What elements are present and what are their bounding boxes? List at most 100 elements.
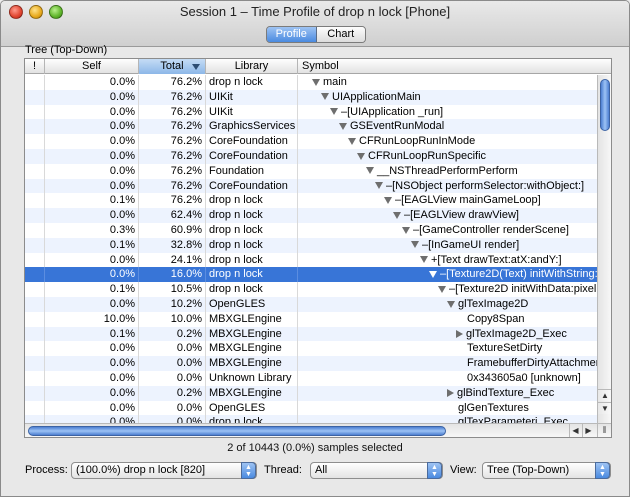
table-row[interactable]: 0.1% 10.5% drop n lock –[Texture2D initWith… [25,282,597,297]
table-row[interactable]: 0.1% 76.2% drop n lock –[EAGLView mainGameL… [25,193,597,209]
disclosure-right-icon[interactable] [456,329,463,338]
table-row[interactable]: 0.0% 16.0% drop n lock –[Texture2D(Text) in… [25,267,597,283]
disclosure-down-icon[interactable] [339,122,347,130]
cell-symbol: 0x343605a0 [unknown] [298,371,597,386]
table-row[interactable]: 0.0% 0.0% MBXGLEngine TextureSetDirty [25,341,597,357]
table-row[interactable]: 0.0% 0.0% Unknown Library 0x343605a0 [unkno… [25,370,597,386]
cell-symbol: glGenTextures [298,401,597,416]
cell-self: 0.0% [45,370,139,386]
table-row[interactable]: 0.0% 0.0% MBXGLEngine FramebufferDirtyAttac… [25,356,597,371]
symbol-name: 0x343605a0 [unknown] [467,371,581,384]
symbol-name: __NSThreadPerformPerform [377,164,518,177]
cell-symbol: GSEventRunModal [298,119,597,134]
profile-tab[interactable]: Profile [267,27,317,42]
disclosure-down-icon[interactable] [438,285,446,293]
column-header-library[interactable]: Library [206,59,298,74]
column-header-bang[interactable]: ! [25,59,45,74]
vertical-scroll-thumb[interactable] [600,79,610,131]
disclosure-right-icon[interactable] [447,388,454,397]
disclosure-down-icon[interactable] [366,167,374,175]
cell-total: 62.4% [139,208,206,223]
cell-symbol: CFRunLoopRunSpecific [298,149,597,164]
table-row[interactable]: 0.0% 76.2% Foundation __NSThreadPerformPerf… [25,163,597,179]
cell-self: 0.0% [45,148,139,164]
table-row[interactable]: 0.0% 24.1% drop n lock +[Text drawText:atX:… [25,252,597,268]
cell-self: 0.0% [45,296,139,312]
table-row[interactable]: 0.0% 0.0% OpenGLES glGenTextures [25,400,597,416]
disclosure-down-icon[interactable] [348,137,356,145]
symbol-name: glTexImage2D_Exec [466,327,567,340]
popup-stepper-icon: ▲ ▼ [241,462,256,479]
cell-self: 0.0% [45,208,139,223]
cell-self: 0.3% [45,222,139,238]
disclosure-down-icon[interactable] [420,256,428,264]
popup-stepper-icon: ▲ ▼ [595,462,610,479]
disclosure-down-icon[interactable] [429,270,437,278]
table-row[interactable]: 0.0% 76.2% GraphicsServices GSEventRunModal [25,119,597,135]
table-body: 0.0% 76.2% drop n lock main 0.0% 76.2% UIKit UI… [25,75,597,431]
table-row[interactable]: 0.0% 62.4% drop n lock –[EAGLView drawView] [25,208,597,223]
chart-tab[interactable]: Chart [316,27,365,42]
cell-self: 0.0% [45,400,139,416]
disclosure-down-icon[interactable] [393,211,401,219]
disclosure-down-icon[interactable] [447,300,455,308]
cell-total: 0.0% [139,400,206,416]
cell-flag [25,385,45,401]
cell-total: 76.2% [139,178,206,194]
cell-symbol: glTexImage2D [298,297,597,312]
disclosure-down-icon[interactable] [321,93,329,101]
view-label: View: [450,464,477,476]
cell-flag [25,252,45,268]
disclosure-down-icon[interactable] [375,182,383,190]
column-header-total[interactable]: Total [139,59,206,74]
table-row[interactable]: 0.0% 76.2% CoreFoundation CFRunLoopRunInMod… [25,134,597,149]
horizontal-scroll-thumb[interactable] [28,426,446,436]
symbol-name: CFRunLoopRunSpecific [368,149,487,162]
disclosure-down-icon[interactable] [402,226,410,234]
thread-popup[interactable]: All ▲ ▼ [310,462,443,479]
cell-library: drop n lock [206,193,298,209]
table-row[interactable]: 10.0% 10.0% MBXGLEngine Copy8Span [25,311,597,327]
scroll-up-icon[interactable]: ▲ [598,389,611,401]
cell-symbol: TextureSetDirty [298,341,597,356]
disclosure-down-icon[interactable] [411,241,419,249]
cell-library: OpenGLES [206,296,298,312]
cell-self: 0.0% [45,178,139,194]
view-popup[interactable]: Tree (Top-Down) ▲ ▼ [482,462,611,479]
cell-flag [25,178,45,194]
cell-total: 76.2% [139,119,206,135]
vertical-scrollbar[interactable]: ▲ ▼ [597,75,611,423]
table-row[interactable]: 0.0% 76.2% UIKit UIApplicationMain [25,89,597,105]
cell-flag [25,356,45,371]
column-header-symbol[interactable]: Symbol [298,59,611,74]
disclosure-down-icon[interactable] [312,78,320,86]
table-row[interactable]: 0.3% 60.9% drop n lock –[GameController ren… [25,222,597,238]
table-row[interactable]: 0.0% 76.2% CoreFoundation –[NSObject perfor… [25,178,597,194]
table-row[interactable]: 0.0% 76.2% CoreFoundation CFRunLoopRunSpeci… [25,148,597,164]
table-row[interactable]: 0.1% 32.8% drop n lock –[InGameUI render] [25,237,597,253]
disclosure-down-icon[interactable] [330,108,338,116]
column-header-self[interactable]: Self [45,59,139,74]
cell-library: MBXGLEngine [206,385,298,401]
table-row[interactable]: 0.0% 0.2% MBXGLEngine glBindTexture_Exec [25,385,597,401]
cell-self: 0.0% [45,341,139,357]
scroll-down-icon[interactable]: ▼ [598,402,611,414]
table-row[interactable]: 0.1% 0.2% MBXGLEngine glTexImage2D_Exec [25,326,597,342]
table-row[interactable]: 0.0% 76.2% drop n lock main [25,75,597,90]
disclosure-down-icon[interactable] [384,196,392,204]
scroll-left-icon[interactable]: ◀ [569,424,581,437]
scroll-right-icon[interactable]: ▶ [582,424,594,437]
symbol-name: –[EAGLView drawView] [404,209,519,222]
column-resize-icon[interactable]: ⦀ [597,424,611,437]
cell-library: MBXGLEngine [206,341,298,357]
symbol-name: –[NSObject performSelector:withObject:] [386,179,585,192]
cell-symbol: main [298,75,597,90]
horizontal-scrollbar[interactable]: ◀ ▶ ⦀ [25,423,611,437]
bottom-toolbar: Process: (100.0%) drop n lock [820] ▲ ▼ T… [1,460,629,496]
disclosure-down-icon[interactable] [357,152,365,160]
symbol-name: glBindTexture_Exec [457,386,555,399]
cell-symbol: FramebufferDirtyAttachment [298,356,597,371]
table-row[interactable]: 0.0% 76.2% UIKit –[UIApplication _run] [25,104,597,120]
process-popup[interactable]: (100.0%) drop n lock [820] ▲ ▼ [71,462,257,479]
table-row[interactable]: 0.0% 10.2% OpenGLES glTexImage2D [25,296,597,312]
